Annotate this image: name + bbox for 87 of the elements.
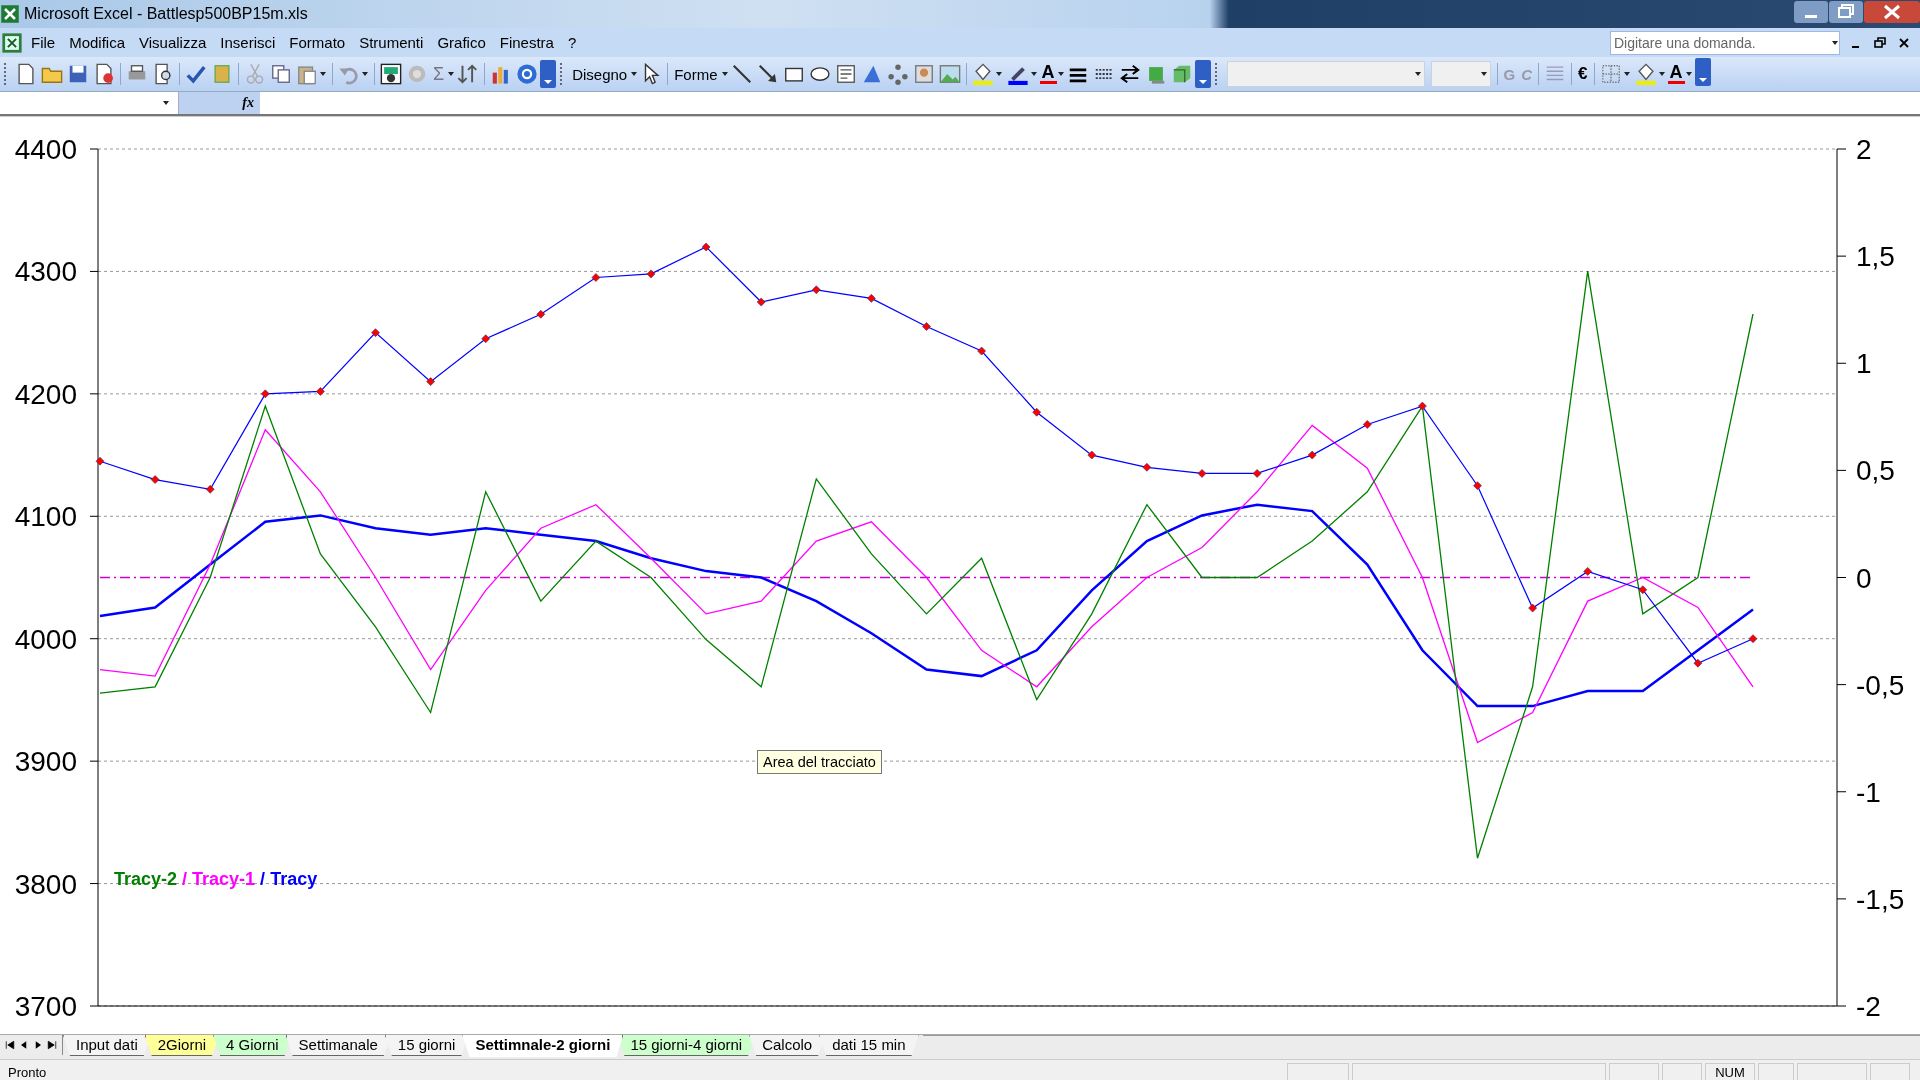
fill-color-icon[interactable] — [971, 63, 994, 85]
font-color-button[interactable]: A — [1039, 64, 1057, 84]
legend-label: Tracy-2 — [114, 869, 178, 890]
axis-label: 4300 — [14, 256, 77, 288]
caret-icon[interactable] — [1056, 70, 1065, 78]
arrow-style-icon[interactable] — [1118, 63, 1141, 85]
caret-icon[interactable] — [1029, 70, 1038, 78]
menu-item[interactable]: ? — [560, 32, 584, 53]
last-sheet-icon[interactable] — [46, 1039, 58, 1051]
menu-item[interactable]: File — [24, 32, 63, 53]
window-title: Microsoft Excel - Battlesp500BP15m.xls — [24, 5, 308, 23]
copy-icon[interactable] — [270, 63, 292, 85]
legend-separator: / — [182, 869, 188, 890]
axis-label: -0,5 — [1856, 669, 1905, 701]
sheet-tab[interactable]: Settimnale-2 giorni — [462, 1035, 624, 1057]
function-label[interactable]: fx — [242, 95, 254, 111]
axis-label: 0 — [1856, 562, 1872, 594]
num-lock-indicator: NUM — [1705, 1063, 1755, 1080]
minimize-icon[interactable] — [1794, 0, 1828, 24]
axis-label: 3700 — [14, 991, 77, 1022]
menu-item[interactable]: Visualizza — [132, 32, 214, 53]
restore-icon[interactable] — [1872, 34, 1888, 51]
font-color-button[interactable]: A — [1667, 64, 1685, 84]
save-icon[interactable] — [67, 63, 89, 85]
axis-label: -1,5 — [1856, 883, 1905, 915]
first-sheet-icon[interactable] — [4, 1039, 16, 1051]
currency-button[interactable]: € — [1575, 62, 1591, 86]
shapes-menu-button[interactable]: Forme — [671, 63, 721, 85]
excel-logo-icon — [0, 4, 20, 24]
caret-icon[interactable] — [1684, 70, 1693, 78]
caret-icon[interactable] — [162, 99, 170, 107]
caret-icon[interactable] — [1413, 70, 1422, 78]
menu-item[interactable]: Grafico — [430, 32, 493, 53]
clip-art-icon[interactable] — [912, 63, 935, 85]
caret-icon[interactable] — [1622, 70, 1631, 78]
axis-label: 4400 — [14, 134, 77, 165]
line-icon[interactable] — [730, 63, 753, 85]
sort-icon[interactable] — [457, 63, 480, 85]
status-text: Pronto — [7, 1064, 47, 1080]
close-icon[interactable] — [1864, 0, 1920, 24]
caret-icon[interactable] — [994, 70, 1003, 78]
toolbar-overflow-icon[interactable] — [1194, 60, 1211, 88]
menu-item[interactable]: Modifica — [62, 32, 133, 53]
caret-icon[interactable] — [720, 70, 729, 78]
permission-icon[interactable] — [93, 63, 115, 85]
axis-label: 1 — [1856, 348, 1872, 380]
axis-label: 4100 — [14, 501, 77, 533]
fill-color-icon[interactable] — [1634, 63, 1657, 85]
axis-label: 3900 — [14, 746, 77, 778]
draw-menu-button[interactable]: Disegno — [569, 63, 631, 85]
font-name-field[interactable] — [1226, 61, 1425, 87]
caret-icon[interactable] — [630, 70, 639, 78]
sheet-tab[interactable]: dati 15 min — [819, 1035, 919, 1056]
font-size-field[interactable] — [1430, 61, 1491, 87]
axis-label: 2 — [1856, 134, 1872, 165]
legend-label: Tracy — [270, 869, 318, 890]
menu-item[interactable]: Inserisci — [213, 32, 283, 53]
menu-item[interactable]: Formato — [282, 32, 353, 53]
caret-icon[interactable] — [1831, 38, 1839, 47]
axis-label: 4000 — [14, 623, 77, 655]
tooltip: Area del tracciato — [757, 750, 882, 774]
caret-icon[interactable] — [447, 70, 456, 78]
caret-icon[interactable] — [1657, 70, 1666, 78]
diagram-icon[interactable] — [886, 63, 909, 85]
caret-icon[interactable] — [361, 70, 369, 78]
menu-item[interactable]: Strumenti — [352, 32, 431, 53]
print-preview-icon[interactable] — [152, 63, 174, 85]
image-icon[interactable] — [938, 63, 961, 85]
toolbar-overflow-icon[interactable] — [540, 60, 557, 88]
arrow-icon[interactable] — [756, 63, 779, 85]
legend-separator: / — [260, 869, 266, 890]
toolbar-overflow-icon[interactable] — [1694, 58, 1711, 86]
menu-item[interactable]: Finestra — [492, 32, 561, 53]
excel-logo-icon — [0, 31, 24, 54]
legend-label: Tracy-1 — [192, 869, 256, 890]
help-search-field[interactable]: Digitare una domanda. — [1610, 30, 1840, 55]
axis-label: 0,5 — [1856, 455, 1895, 487]
caret-icon[interactable] — [319, 70, 327, 78]
caret-icon[interactable] — [1479, 70, 1488, 78]
new-document-icon[interactable] — [15, 63, 37, 85]
axis-label: -2 — [1856, 991, 1881, 1022]
restore-icon[interactable] — [1829, 0, 1863, 24]
axis-label: 4200 — [14, 378, 77, 410]
axis-label: -1 — [1856, 776, 1881, 808]
axis-label: 1,5 — [1856, 241, 1895, 273]
axis-label: 3800 — [14, 868, 77, 900]
text-box-icon[interactable] — [834, 63, 857, 85]
